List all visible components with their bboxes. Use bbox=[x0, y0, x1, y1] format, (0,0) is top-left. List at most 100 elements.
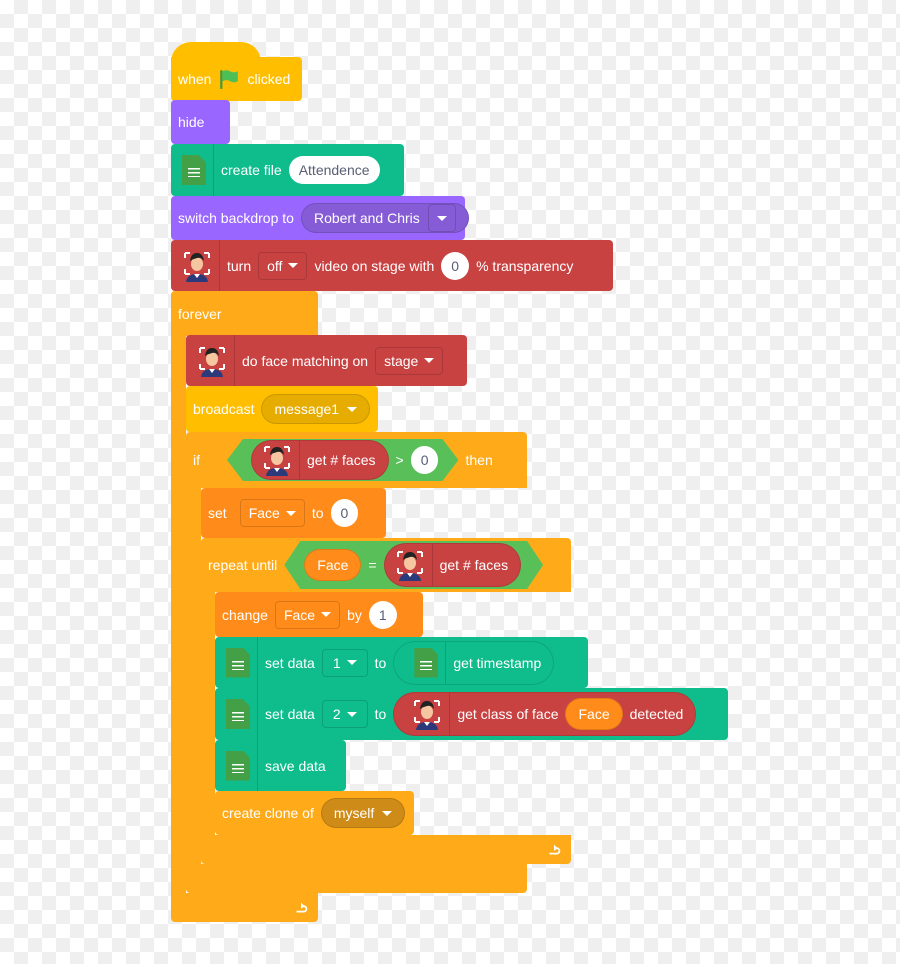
equals-operator[interactable]: Face = get # faces bbox=[284, 541, 543, 589]
set-data-label: set data bbox=[265, 706, 315, 722]
face-variable-reporter[interactable]: Face bbox=[304, 549, 361, 581]
face-matching-dropdown[interactable]: stage bbox=[375, 346, 444, 375]
set-variable-block[interactable]: set Face to 0 bbox=[201, 488, 386, 538]
caret-down-icon bbox=[346, 660, 357, 665]
when-flag-clicked-block[interactable]: when clicked bbox=[171, 42, 302, 101]
face-detection-icon bbox=[395, 549, 425, 581]
face-icon-wrap bbox=[182, 240, 220, 291]
turn-label: turn bbox=[227, 257, 252, 274]
change-label: change bbox=[222, 606, 268, 623]
change-value-input[interactable]: 1 bbox=[368, 600, 397, 629]
create-file-block[interactable]: create file Attendence bbox=[171, 144, 404, 196]
caret-down-icon bbox=[288, 263, 299, 268]
caret-down-icon bbox=[347, 406, 358, 412]
get-class-of-face-reporter[interactable]: get class of face Face detected bbox=[393, 692, 697, 736]
if-block[interactable]: if get # faces > 0 then bbox=[186, 432, 527, 488]
data-slot-dropdown[interactable]: 1 bbox=[321, 648, 368, 677]
if-footer bbox=[186, 864, 527, 893]
face-icon-wrap bbox=[197, 335, 235, 386]
variable-dropdown[interactable]: Face bbox=[239, 499, 305, 527]
forever-arm bbox=[171, 335, 186, 905]
to-label: to bbox=[374, 706, 387, 722]
clone-target-dropdown[interactable]: myself bbox=[320, 798, 406, 828]
save-data-block[interactable]: save data bbox=[215, 740, 346, 791]
clone-target-value: myself bbox=[333, 805, 375, 821]
switch-backdrop-label: switch backdrop to bbox=[178, 210, 294, 226]
get-faces-reporter[interactable]: get # faces bbox=[384, 543, 522, 587]
video-mid-label: video on stage with bbox=[314, 257, 435, 274]
face-matching-value: stage bbox=[384, 352, 419, 369]
face-matching-label: do face matching on bbox=[242, 352, 369, 369]
get-faces-reporter[interactable]: get # faces bbox=[251, 440, 389, 480]
hide-block[interactable]: hide bbox=[171, 100, 230, 144]
change-variable-block[interactable]: change Face by 1 bbox=[215, 592, 423, 637]
transparency-label: % transparency bbox=[476, 257, 574, 274]
greater-than-operator[interactable]: get # faces > 0 bbox=[227, 439, 458, 481]
variable-value: Face bbox=[248, 505, 280, 521]
when-label: when bbox=[178, 71, 212, 87]
get-timestamp-reporter[interactable]: get timestamp bbox=[393, 640, 555, 685]
variable-dropdown[interactable]: Face bbox=[274, 600, 341, 629]
face-detection-icon bbox=[182, 250, 212, 282]
face-detection-icon bbox=[197, 345, 227, 377]
data-slot-dropdown[interactable]: 2 bbox=[321, 700, 368, 728]
detected-label: detected bbox=[629, 706, 684, 722]
hat-cap bbox=[171, 42, 261, 62]
caret-down-icon bbox=[321, 612, 332, 617]
video-state-dropdown[interactable]: off bbox=[258, 251, 308, 280]
forever-footer bbox=[171, 893, 318, 922]
create-clone-block[interactable]: create clone of myself bbox=[215, 791, 414, 835]
repeat-until-block[interactable]: repeat until Face = get # faces bbox=[201, 538, 571, 592]
face-variable-reporter[interactable]: Face bbox=[565, 698, 623, 730]
set-value-input[interactable]: 0 bbox=[330, 499, 359, 527]
set-data-2-block[interactable]: set data 2 to get class of face Face detec… bbox=[215, 688, 728, 740]
get-faces-label: get # faces bbox=[307, 452, 376, 468]
set-label: set bbox=[208, 505, 227, 521]
sheets-icon-wrap bbox=[226, 637, 258, 688]
then-label: then bbox=[465, 452, 493, 468]
face-detection-icon bbox=[262, 444, 292, 476]
spreadsheet-icon bbox=[226, 699, 250, 729]
message-dropdown[interactable]: message1 bbox=[261, 394, 371, 424]
backdrop-dropdown[interactable]: Robert and Chris bbox=[300, 203, 469, 233]
message-value: message1 bbox=[274, 401, 340, 417]
transparency-input[interactable]: 0 bbox=[441, 251, 470, 280]
create-clone-label: create clone of bbox=[222, 805, 314, 821]
caret-down-icon bbox=[382, 810, 393, 816]
equals-symbol: = bbox=[368, 557, 377, 573]
backdrop-value: Robert and Chris bbox=[313, 210, 420, 226]
face-detection-icon bbox=[412, 698, 442, 730]
data-slot-value: 2 bbox=[332, 706, 341, 722]
save-data-label: save data bbox=[265, 757, 326, 774]
loop-arrow-icon bbox=[545, 841, 563, 859]
forever-block[interactable]: forever bbox=[171, 291, 318, 336]
sheets-icon-wrap bbox=[226, 688, 258, 740]
spreadsheet-icon bbox=[414, 647, 439, 678]
broadcast-block[interactable]: broadcast message1 bbox=[186, 386, 378, 432]
caret-down-icon bbox=[285, 510, 296, 516]
loop-arrow-icon bbox=[292, 899, 310, 917]
repeat-until-label: repeat until bbox=[208, 557, 278, 573]
sheets-icon-wrap bbox=[226, 740, 258, 791]
switch-backdrop-block[interactable]: switch backdrop to Robert and Chris bbox=[171, 196, 469, 240]
hide-label: hide bbox=[178, 114, 205, 130]
spreadsheet-icon bbox=[182, 155, 206, 185]
caret-down-icon bbox=[436, 215, 447, 221]
if-arm bbox=[186, 487, 201, 867]
to-label: to bbox=[311, 505, 324, 521]
forever-label: forever bbox=[178, 305, 222, 322]
repeat-arm bbox=[201, 591, 215, 837]
caret-down-icon bbox=[346, 711, 357, 717]
file-name-input[interactable]: Attendence bbox=[288, 156, 380, 184]
data-slot-value: 1 bbox=[332, 654, 341, 671]
face-matching-block[interactable]: do face matching on stage bbox=[186, 335, 467, 386]
green-flag-icon bbox=[218, 68, 240, 90]
variable-value: Face bbox=[283, 606, 316, 623]
create-file-label: create file bbox=[221, 162, 282, 178]
compare-value-input[interactable]: 0 bbox=[411, 446, 439, 474]
if-label: if bbox=[193, 452, 200, 468]
set-data-1-block[interactable]: set data 1 to get timestamp bbox=[215, 637, 588, 688]
clicked-label: clicked bbox=[247, 71, 291, 87]
video-state-value: off bbox=[267, 257, 283, 274]
video-block[interactable]: turn off video on stage with 0 % transpa… bbox=[171, 240, 613, 291]
